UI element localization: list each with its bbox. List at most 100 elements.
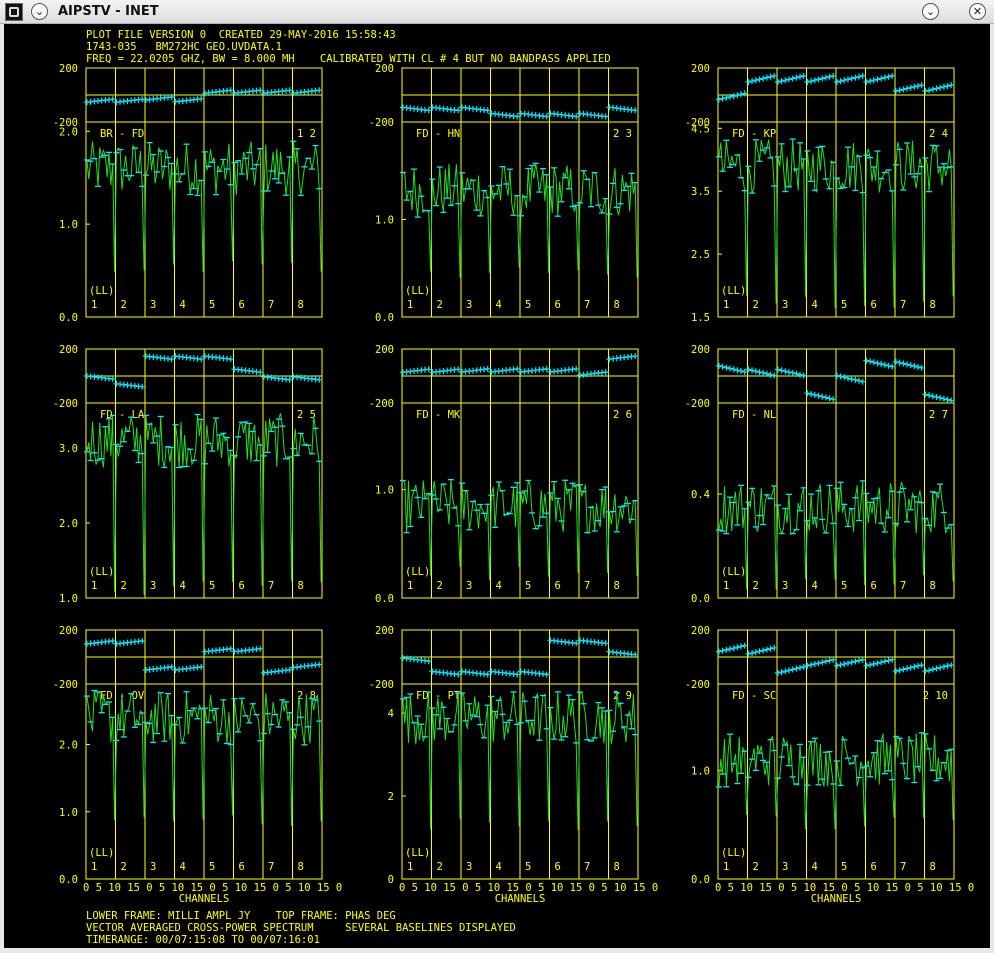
panel-fd-la-amp-tick-label: 1.0 — [59, 593, 78, 605]
panel-fd-nl-phase-point — [929, 393, 936, 400]
panel-fd-sc-if-label: 7 — [900, 861, 906, 873]
panel-fd-kp-phase-point — [715, 96, 722, 103]
panel-fd-nl-if-label: 2 — [753, 580, 759, 592]
panel-fd-hn-if-label: 6 — [555, 299, 561, 311]
panel-fd-pt-if-label: 1 — [407, 861, 413, 873]
panel-fd-mk-polarization-label: (LL) — [405, 566, 430, 578]
panel-fd-kp-phase-point — [904, 85, 910, 92]
panel-fd-kp-phase-point — [944, 83, 951, 89]
panel-fd-ov-amp-tick-label: 2.0 — [59, 740, 78, 752]
panel-fd-nl-phase-point — [760, 369, 767, 376]
panel-fd-sc-phase-point — [771, 644, 778, 651]
panel-fd-nl-phase-point — [867, 358, 874, 365]
panel-fd-sc-phase-point — [752, 649, 759, 656]
panel-fd-la-amp-tick-label: 3.0 — [59, 443, 78, 455]
spectrum-plots: 200-2002.01.00.0BR - FD 1 2(LL)1 2 3 4 5 6 7 820… — [53, 63, 974, 905]
panel-fd-kp-phase-point — [852, 74, 859, 81]
panel-fd-kp-phase-point — [815, 76, 822, 83]
panel-fd-nl-phase-point — [808, 391, 815, 398]
panel-fd-kp-if-label: 6 — [871, 299, 877, 311]
panel-fd-nl-phase-point — [789, 369, 796, 376]
panel-fd-sc-phase-point — [863, 662, 870, 669]
panel-fd-kp-phase-point — [896, 87, 903, 94]
panel-fd-nl-phase-point — [933, 394, 940, 400]
panel-fd-sc-if-label: 8 — [930, 861, 936, 873]
panel-fd-kp-phase-point — [915, 83, 921, 89]
panel-fd-sc-phase-point — [811, 661, 818, 667]
panel-fd-sc-phase-point — [830, 656, 837, 663]
panel-fd-kp-phase-point — [804, 79, 811, 85]
panel-fd-hn-amp-tick-label: 0.0 — [375, 312, 394, 324]
window-menu-button[interactable]: ⌄ — [31, 3, 48, 20]
panel-fd-kp-antenna-numbers: 2 4 — [929, 128, 948, 140]
panel-fd-sc-phase-point — [885, 657, 892, 664]
panel-fd-nl-phase-point — [786, 369, 792, 376]
panel-fd-nl-phase-point — [841, 374, 848, 381]
panel-fd-mk-if-label: 8 — [614, 580, 620, 592]
panel-fd-mk-phase-point — [514, 365, 521, 372]
panel-fd-la-if-label: 8 — [298, 580, 304, 592]
panel-fd-mk-phase-point — [484, 365, 491, 372]
panel-fd-nl-amp-tick-label: 0.0 — [691, 593, 710, 605]
panel-fd-sc-if-label: 1 — [723, 861, 729, 873]
panel-fd-sc-phase-point — [867, 661, 874, 668]
panel-fd-hn-if-label: 4 — [496, 299, 502, 311]
panel-fd-kp-polarization-label: (LL) — [721, 285, 746, 297]
panel-fd-kp-phase-point — [782, 77, 789, 84]
panel-fd-la-if-label: 7 — [268, 580, 274, 592]
panel-fd-sc-phase-point — [826, 657, 833, 664]
panel-fd-mk-if-label: 7 — [584, 580, 590, 592]
window-title: AIPSTV - INET — [58, 4, 159, 19]
panel-fd-sc-phase-point — [944, 662, 951, 669]
panel-fd-kp-phase-point — [845, 76, 851, 83]
panel-fd-nl-phase-point — [863, 357, 870, 364]
panel-fd-sc-amp-tick-label: 1.0 — [691, 766, 710, 778]
panel-fd-ov-if-label: 6 — [239, 861, 245, 873]
close-icon: ✕ — [972, 5, 983, 18]
panel-fd-nl-if-label: 4 — [812, 580, 818, 592]
panel-fd-ov-phase-point — [198, 663, 205, 670]
panel-fd-nl-phase-point — [752, 368, 759, 375]
panel-br-fd-phase-point — [198, 95, 205, 102]
panel-fd-nl-phase-point — [734, 367, 741, 374]
panel-fd-sc-phase-point — [922, 668, 929, 675]
footer-line-3: TIMERANGE: 00/07:15:08 TO 00/07:16:01 — [86, 934, 320, 946]
panel-fd-pt-phase-point — [484, 671, 491, 678]
panel-fd-sc-phase-point — [896, 667, 903, 674]
panel-fd-la-phase-point — [139, 383, 146, 390]
panel-fd-la-phase-point — [286, 376, 293, 383]
panel-fd-sc-phase-point — [730, 645, 737, 652]
window-close-button[interactable]: ✕ — [969, 3, 986, 20]
panel-fd-sc-phase-point — [723, 646, 730, 653]
panel-fd-hn-amp-tick-label: 1.0 — [375, 215, 394, 227]
panel-fd-hn-phase-point — [484, 107, 491, 114]
panel-fd-ov-if-label: 5 — [209, 861, 215, 873]
panel-fd-nl-phase-point — [767, 371, 774, 378]
panel-fd-nl-phase-point — [870, 359, 877, 366]
panel-fd-pt-x-axis-label: CHANNELS — [495, 893, 546, 905]
panel-fd-kp-phase-point — [937, 84, 944, 91]
panel-fd-nl-phase-point — [937, 394, 944, 401]
panel-fd-kp-if-label: 2 — [753, 299, 759, 311]
panel-fd-kp-phase-point — [811, 77, 818, 84]
panel-fd-sc-phase-point — [852, 658, 859, 665]
panel-fd-sc-phase-point — [741, 642, 748, 649]
panel-fd-nl-phase-point — [889, 363, 896, 370]
panel-fd-nl-phase-point — [874, 360, 881, 367]
panel-fd-sc-phase-point — [727, 646, 733, 652]
panel-br-fd-if-label: 3 — [150, 299, 156, 311]
panel-fd-kp-phase-point — [881, 74, 888, 81]
panel-fd-nl-phase-point — [822, 394, 829, 401]
panel-fd-nl-phase-point — [900, 360, 907, 367]
panel-fd-nl-phase-point — [878, 361, 885, 367]
panel-fd-mk-phase-point — [543, 365, 550, 372]
panel-fd-nl-phase-point — [892, 358, 899, 365]
panel-fd-kp-phase-point — [918, 82, 925, 89]
panel-fd-nl-phase-point — [804, 390, 811, 397]
panel-fd-nl-phase-point — [815, 392, 822, 399]
panel-fd-ov-phase-tick-top: 200 — [59, 625, 78, 637]
panel-fd-nl-phase-tick-top: 200 — [691, 344, 710, 356]
window-minimize-button[interactable]: ⌄ — [922, 3, 939, 20]
panel-fd-pt-phase-point — [455, 671, 462, 678]
panel-fd-kp-phase-point — [841, 77, 848, 84]
